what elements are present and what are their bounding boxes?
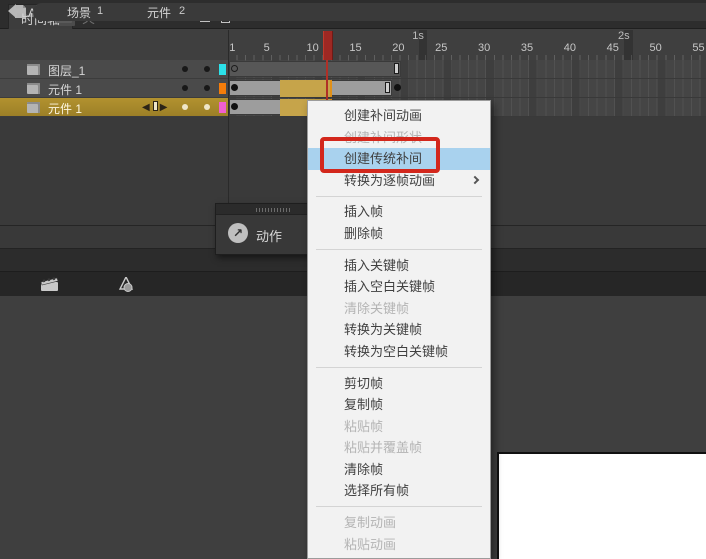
breadcrumb-scene[interactable]: 场景 bbox=[67, 4, 91, 21]
back-button[interactable] bbox=[8, 4, 26, 18]
breadcrumb bbox=[33, 3, 706, 21]
layer-color-swatch[interactable] bbox=[219, 83, 226, 94]
ruler-second-label: 2s bbox=[618, 30, 630, 42]
lock-dot[interactable] bbox=[204, 85, 210, 91]
layer-icon bbox=[27, 64, 40, 75]
menu-item[interactable]: 复制帧 bbox=[308, 394, 490, 416]
visibility-dot[interactable] bbox=[182, 104, 188, 110]
ruler-frame-number: 40 bbox=[563, 42, 576, 54]
span-end-frame[interactable] bbox=[385, 82, 391, 93]
menu-item[interactable]: 选择所有帧 bbox=[308, 480, 490, 502]
layer-row[interactable]: 图层_1 bbox=[0, 60, 228, 79]
ruler-frame-number: 1 bbox=[229, 42, 236, 54]
breadcrumb-symbol[interactable]: 元件 bbox=[147, 4, 171, 21]
ruler-frame-number: 15 bbox=[349, 42, 362, 54]
layer-row[interactable]: 元件 1 bbox=[0, 79, 228, 98]
keyframe-dot[interactable] bbox=[393, 84, 401, 91]
frame-row[interactable] bbox=[229, 79, 706, 98]
menu-separator bbox=[316, 506, 482, 508]
menu-separator bbox=[316, 366, 482, 368]
frame-ruler[interactable]: 1 5 10 15 20 25 30 35 40 45 50 55 1s 2s bbox=[229, 30, 706, 60]
layer-color-swatch[interactable] bbox=[219, 102, 226, 113]
menu-item[interactable]: 删除帧 bbox=[308, 223, 490, 245]
keyframe-dot[interactable] bbox=[231, 84, 238, 91]
menu-item[interactable]: 转换为关键帧 bbox=[308, 319, 490, 341]
ruler-frame-number: 55 bbox=[692, 42, 705, 54]
visibility-dot[interactable] bbox=[182, 85, 188, 91]
submenu-arrow-icon bbox=[470, 175, 480, 184]
panel-divider bbox=[228, 30, 229, 225]
layer-row[interactable]: 元件 1 ◀ ▶ bbox=[0, 98, 228, 117]
layer-name[interactable]: 元件 1 bbox=[48, 81, 82, 98]
layer-icon bbox=[27, 83, 40, 94]
ruler-second-label: 1s bbox=[412, 30, 424, 42]
visibility-dot[interactable] bbox=[182, 66, 188, 72]
layer-icon bbox=[27, 102, 40, 113]
ruler-frame-number: 25 bbox=[435, 42, 448, 54]
menu-item[interactable]: 剪切帧 bbox=[308, 373, 490, 395]
breadcrumb-scene-number[interactable]: 1 bbox=[97, 5, 103, 17]
layer-color-swatch[interactable] bbox=[219, 64, 226, 75]
flash-application-window: 时间轴 关 15101520253035404550551s2s 图层_1元件 … bbox=[0, 0, 706, 559]
grip-handle-icon[interactable] bbox=[256, 208, 290, 212]
menu-item[interactable]: 清除关键帧 bbox=[308, 298, 490, 320]
menu-item[interactable]: 插入帧 bbox=[308, 201, 490, 223]
ruler-frame-number: 30 bbox=[477, 42, 491, 54]
menu-item[interactable]: 粘贴动画 bbox=[308, 534, 490, 556]
layers-header bbox=[0, 30, 228, 60]
menu-item[interactable]: 插入关键帧 bbox=[308, 255, 490, 277]
ruler-frame-number: 5 bbox=[263, 42, 270, 54]
keyframe-dot[interactable] bbox=[231, 103, 238, 110]
keyframe-nav[interactable]: ◀ ▶ bbox=[142, 101, 168, 113]
annotation-box bbox=[320, 137, 440, 173]
breadcrumb-symbol-number: 2 bbox=[179, 5, 186, 17]
menu-item[interactable]: 粘贴帧 bbox=[308, 416, 490, 438]
lock-dot[interactable] bbox=[204, 66, 210, 72]
playhead[interactable] bbox=[323, 31, 334, 60]
layer-name[interactable]: 图层_1 bbox=[48, 62, 85, 79]
layer-name-column: 图层_1 元件 1 元件 1 ◀ ▶ bbox=[0, 60, 228, 117]
ruler-frame-number: 45 bbox=[606, 42, 619, 54]
ruler-frame-number: 20 bbox=[392, 42, 405, 54]
menu-separator bbox=[316, 249, 482, 251]
frame-selection[interactable] bbox=[280, 80, 332, 97]
symbol-icon bbox=[118, 277, 134, 292]
menu-item[interactable]: 转换为空白关键帧 bbox=[308, 341, 490, 363]
menu-item[interactable]: 插入空白关键帧 bbox=[308, 276, 490, 298]
keyframe-dot[interactable] bbox=[231, 65, 238, 72]
layer-name[interactable]: 元件 1 bbox=[48, 100, 82, 117]
menu-item[interactable]: 创建补间动画 bbox=[308, 105, 490, 127]
scene-icon bbox=[40, 277, 59, 291]
menu-separator bbox=[316, 195, 482, 197]
lock-dot[interactable] bbox=[204, 104, 210, 110]
ruler-frame-number: 50 bbox=[649, 42, 662, 54]
frame-row[interactable] bbox=[229, 60, 706, 79]
frame-span[interactable] bbox=[229, 61, 401, 77]
actions-panel-label: 动作 bbox=[256, 229, 283, 244]
span-end-frame[interactable] bbox=[393, 63, 399, 74]
menu-item[interactable]: 选择性粘贴动画 bbox=[308, 555, 490, 558]
current-frame-marker bbox=[152, 101, 158, 111]
stage[interactable] bbox=[497, 452, 706, 559]
menu-item[interactable]: 复制动画 bbox=[308, 512, 490, 534]
actions-script-icon: ↗ bbox=[228, 223, 248, 243]
ruler-frame-number: 10 bbox=[306, 42, 319, 54]
ruler-frame-number: 35 bbox=[520, 42, 534, 54]
menu-item[interactable]: 清除帧 bbox=[308, 459, 490, 481]
menu-item[interactable]: 粘贴并覆盖帧 bbox=[308, 437, 490, 459]
